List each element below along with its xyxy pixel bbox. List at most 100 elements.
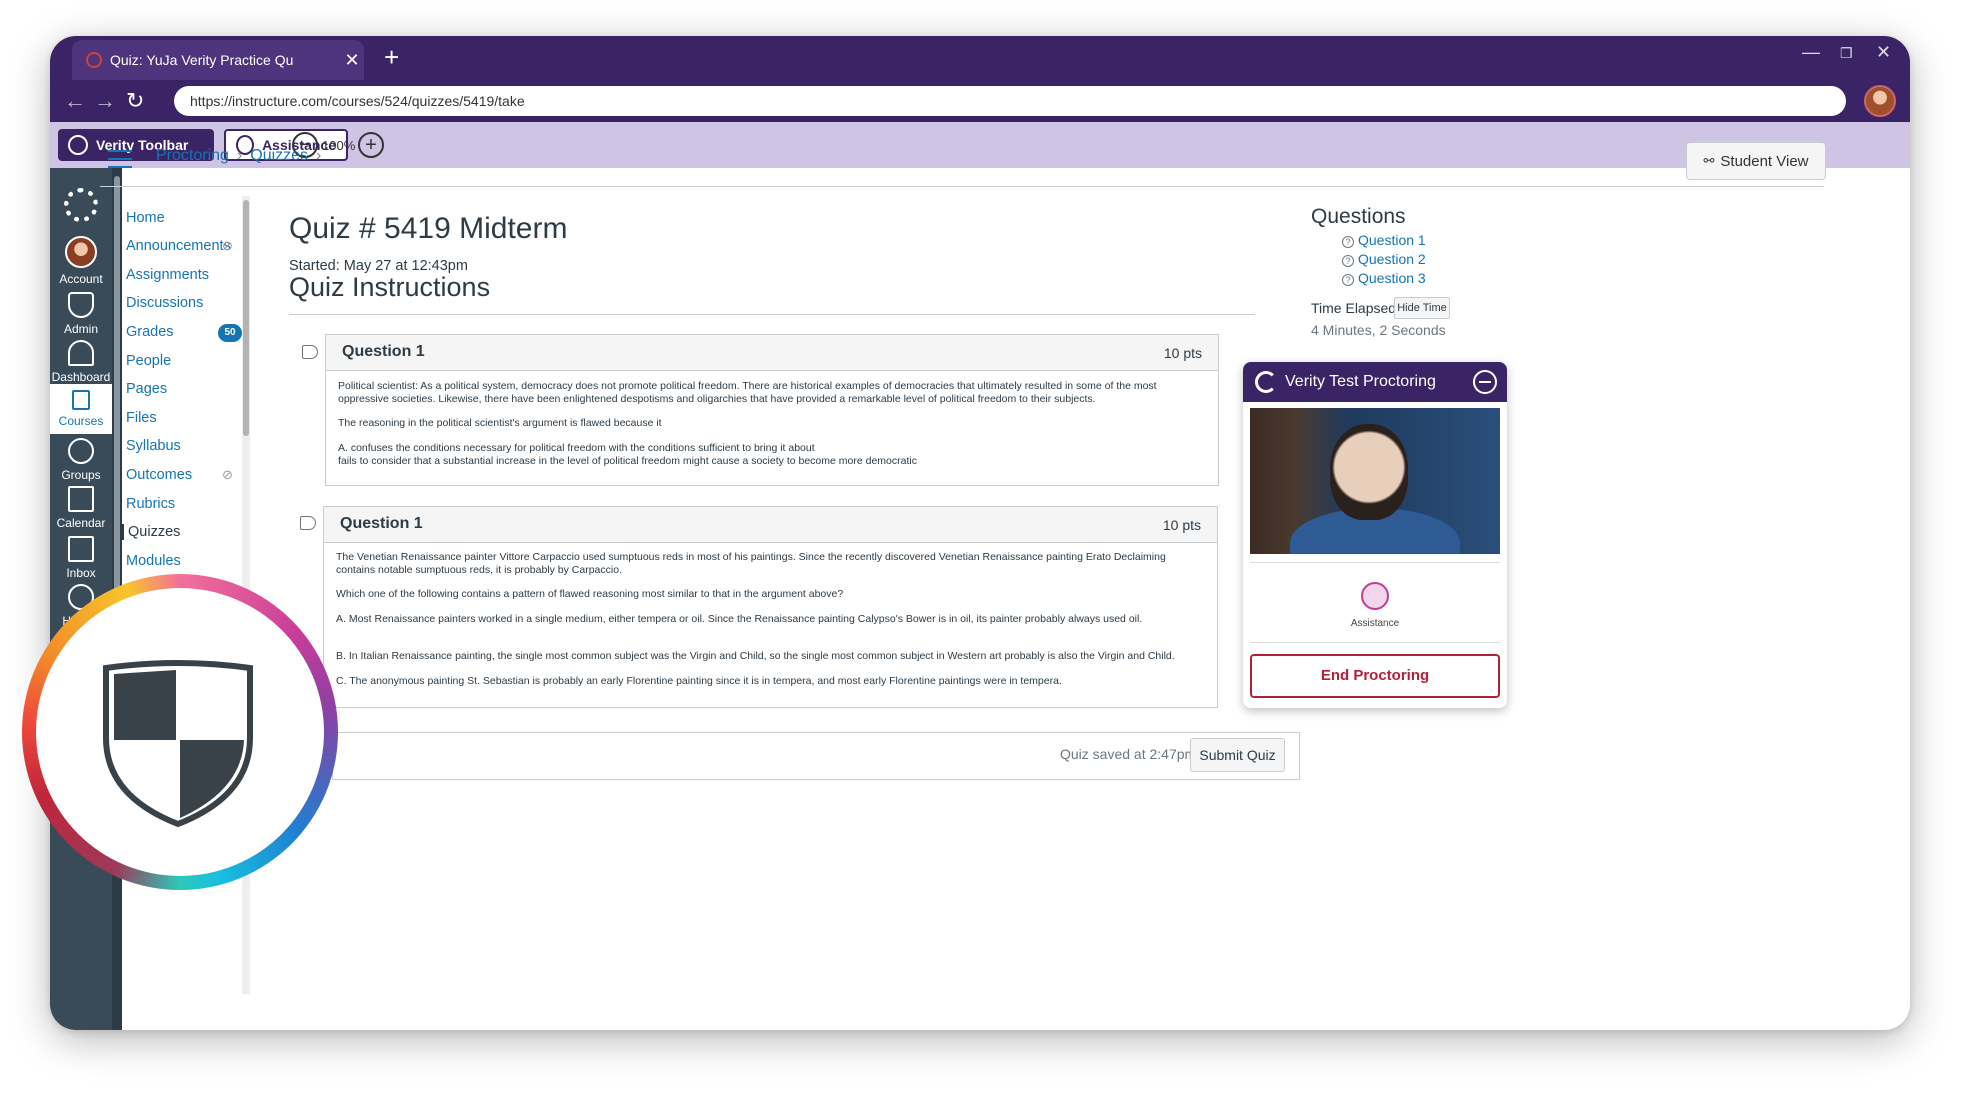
student-view-button[interactable]: ⚯ Student View — [1686, 142, 1826, 180]
global-nav-label: Admin — [63, 322, 98, 336]
course-nav-home[interactable]: Home — [126, 210, 165, 226]
canvas-logo-icon[interactable] — [64, 188, 98, 222]
question-text: The Venetian Renaissance painter Vittore… — [336, 551, 1166, 576]
global-nav-account[interactable]: Account — [50, 236, 112, 296]
calendar-icon — [68, 486, 94, 512]
panel-assistance-label[interactable]: Assistance — [1243, 618, 1507, 629]
course-nav-grades[interactable]: Grades — [126, 324, 174, 340]
submit-quiz-button[interactable]: Submit Quiz — [1190, 738, 1285, 772]
global-nav-label: Dashboard — [51, 370, 111, 384]
back-icon[interactable]: ← — [64, 88, 86, 114]
question-header: Question 1 10 pts — [324, 507, 1217, 543]
question-link-3[interactable]: ? Question 3 — [1342, 270, 1426, 286]
question-prompt: Which one of the following contains a pa… — [336, 588, 844, 600]
time-elapsed-value: 4 Minutes, 2 Seconds — [1311, 322, 1446, 338]
hidden-eye-icon: ⊘ — [222, 238, 233, 253]
question-prompt[interactable]: The reasoning in the political scientist… — [338, 417, 1204, 430]
questions-sidebar-title: Questions — [1311, 205, 1406, 228]
tab-close-icon[interactable]: ✕ — [340, 50, 364, 71]
course-nav-people[interactable]: People — [126, 353, 171, 369]
breadcrumb: Proctoring › Quizzes › — [156, 147, 329, 165]
browser-tab[interactable]: Quiz: YuJa Verity Practice Qu ✕ — [72, 40, 364, 80]
minimize-panel-icon[interactable] — [1473, 370, 1497, 394]
question-card: Question 1 10 pts Political scientist: A… — [325, 334, 1219, 486]
global-nav-label: Groups — [61, 468, 101, 482]
course-nav-rubrics[interactable]: Rubrics — [126, 496, 175, 512]
minimize-icon[interactable]: — — [1802, 42, 1820, 63]
flag-question-icon[interactable] — [302, 345, 318, 359]
answer-option[interactable]: fails to consider that a substantial inc… — [338, 455, 1204, 468]
flag-question-icon[interactable] — [300, 516, 316, 530]
close-window-icon[interactable]: ✕ — [1876, 42, 1891, 63]
verity-proctoring-panel: Verity Test Proctoring Assistance End Pr… — [1243, 362, 1507, 708]
verity-panel-title: Verity Test Proctoring — [1285, 373, 1436, 390]
course-nav-discussions[interactable]: Discussions — [126, 295, 203, 311]
question-text: Political scientist: As a political syst… — [338, 380, 1157, 405]
browser-titlebar: Quiz: YuJa Verity Practice Qu ✕ + — ❐ ✕ — [50, 36, 1910, 80]
question-link-2[interactable]: ? Question 2 — [1342, 251, 1426, 267]
global-nav-courses[interactable]: Courses — [50, 384, 112, 434]
question-link-label: Question 3 — [1358, 270, 1426, 286]
forward-icon[interactable]: → — [94, 88, 116, 114]
answer-option[interactable]: C. The anonymous painting St. Sebastian … — [336, 675, 1203, 688]
question-name: Question 1 — [340, 515, 423, 532]
question-link-label: Question 1 — [1358, 232, 1426, 248]
profile-avatar[interactable] — [1864, 85, 1896, 117]
course-nav-announcements[interactable]: Announcements — [126, 238, 231, 254]
question-points: 10 pts — [1162, 517, 1201, 533]
breadcrumb-proctoring[interactable]: Proctoring — [156, 147, 229, 164]
global-nav-label: Account — [59, 272, 103, 286]
time-elapsed-label: Time Elapsed: — [1311, 300, 1400, 316]
stage: Quiz: YuJa Verity Practice Qu ✕ + — ❐ ✕ … — [0, 0, 1962, 1114]
question-mark-icon: ? — [1342, 274, 1354, 286]
headset-icon[interactable] — [1361, 582, 1389, 610]
new-tab-icon[interactable]: + — [384, 42, 399, 73]
student-view-label: Student View — [1720, 152, 1809, 170]
answer-option[interactable]: A. confuses the conditions necessary for… — [338, 442, 1204, 455]
answer-option[interactable]: B. In Italian Renaissance painting, the … — [336, 650, 1203, 663]
verity-panel-header: Verity Test Proctoring — [1243, 362, 1507, 402]
url-field[interactable]: https://instructure.com/courses/524/quiz… — [174, 86, 1846, 116]
panel-divider — [1250, 642, 1500, 643]
question-link-1[interactable]: ? Question 1 — [1342, 232, 1426, 248]
quiz-title: Quiz # 5419 Midterm — [289, 212, 568, 245]
scroll-thumb[interactable] — [243, 200, 249, 436]
reload-icon[interactable]: ↻ — [126, 88, 144, 114]
question-header: Question 1 10 pts — [326, 335, 1218, 371]
course-nav-outcomes[interactable]: Outcomes — [126, 467, 192, 483]
breadcrumb-separator: › — [316, 147, 322, 164]
course-nav-quizzes[interactable]: Quizzes — [122, 524, 180, 540]
course-nav-modules[interactable]: Modules — [126, 553, 181, 569]
quiz-saved-status: Quiz saved at 2:47pm — [1060, 746, 1197, 762]
yuja-favicon-icon — [86, 52, 102, 68]
global-nav-label: Courses — [58, 414, 104, 428]
course-nav-assignments[interactable]: Assignments — [126, 267, 209, 283]
question-name: Question 1 — [342, 343, 425, 360]
question-link-label: Question 2 — [1358, 251, 1426, 267]
course-nav-files[interactable]: Files — [126, 410, 157, 426]
restore-icon[interactable]: ❐ — [1840, 45, 1853, 62]
question-mark-icon: ? — [1342, 236, 1354, 248]
breadcrumb-separator: › — [236, 147, 243, 164]
verity-logo-icon — [1255, 371, 1277, 393]
hide-time-button[interactable]: Hide Time — [1394, 297, 1450, 319]
question-mark-icon: ? — [1342, 255, 1354, 267]
course-nav-syllabus[interactable]: Syllabus — [126, 438, 181, 454]
course-nav-pages[interactable]: Pages — [126, 381, 167, 397]
inbox-icon — [68, 536, 94, 562]
end-proctoring-button[interactable]: End Proctoring — [1250, 654, 1500, 698]
verity-logo-icon — [68, 135, 88, 155]
webcam-video — [1250, 408, 1500, 554]
header-divider — [100, 186, 1824, 187]
groups-icon — [68, 438, 94, 464]
hamburger-menu-icon[interactable] — [108, 150, 132, 174]
panel-divider — [1250, 562, 1500, 563]
global-nav-label: Calendar — [56, 516, 106, 530]
answer-option[interactable]: A. Most Renaissance painters worked in a… — [336, 613, 1203, 626]
breadcrumb-quizzes[interactable]: Quizzes — [250, 147, 308, 164]
content-divider — [289, 314, 1255, 315]
question-points: 10 pts — [1163, 345, 1202, 361]
zoom-in-icon[interactable]: + — [358, 132, 384, 158]
glasses-icon: ⚯ — [1703, 153, 1715, 168]
grades-badge: 50 — [218, 324, 242, 342]
